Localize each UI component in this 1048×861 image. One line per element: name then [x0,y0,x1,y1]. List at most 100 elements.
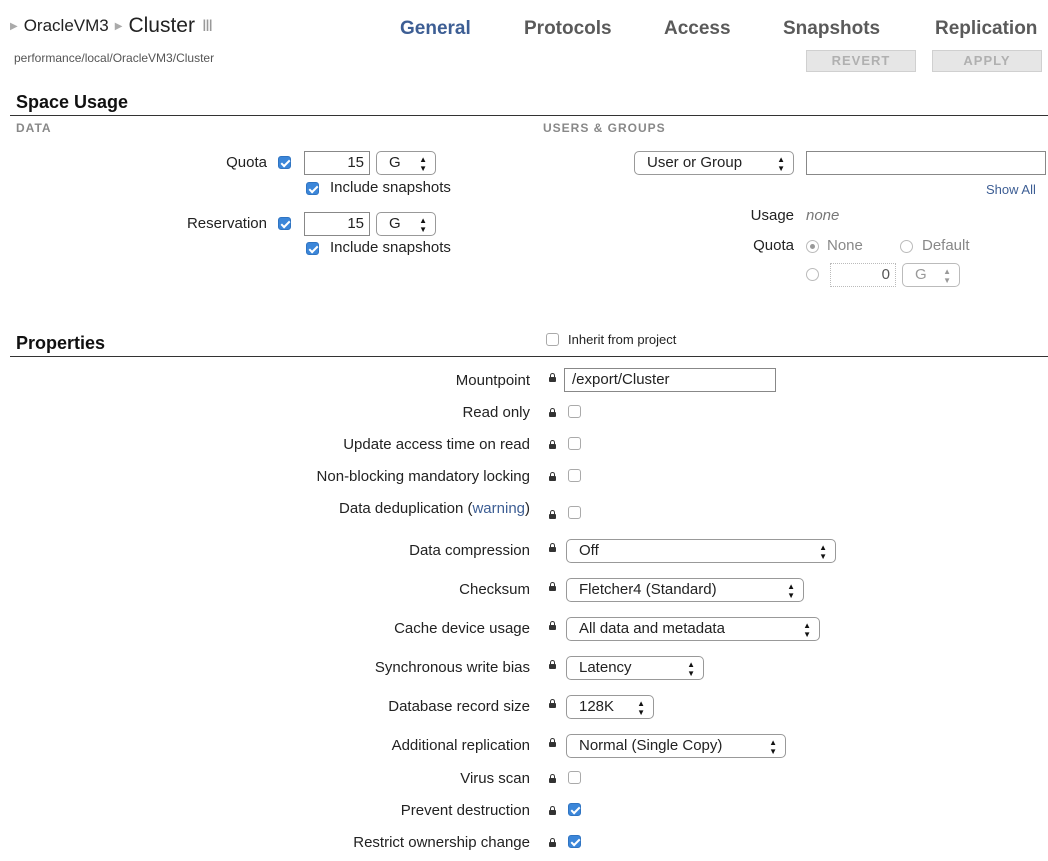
inherit-from-project-label: Inherit from project [568,332,677,347]
virus-scan-label: Virus scan [460,770,530,787]
ug-quota-input[interactable]: 0 [830,263,896,287]
quota-input[interactable]: 15 [304,151,370,175]
revert-button[interactable]: REVERT [806,50,916,72]
copies-label: Additional replication [391,737,530,754]
select-arrows-icon: ▲ ▼ [687,660,695,678]
ug-quota-default-radio[interactable] [900,240,913,253]
breadcrumb-arrow-icon: ▶ [114,20,123,32]
quota-label: Quota [226,154,267,171]
prevent-destruction-checkbox[interactable] [568,803,581,816]
show-all-link[interactable]: Show All [986,182,1036,197]
usage-value: none [806,207,840,224]
compression-value: Off [579,542,599,559]
breadcrumb-parent[interactable]: OracleVM3 [24,16,109,36]
inherit-from-project-checkbox[interactable] [546,333,559,346]
restrict-chown-label: Restrict ownership change [353,834,530,851]
syncbias-label: Synchronous write bias [374,659,530,676]
lock-icon[interactable] [549,408,556,417]
ug-quota-none-label: None [827,237,863,254]
compression-select[interactable]: Off ▲ ▼ [566,539,836,563]
virus-scan-checkbox[interactable] [568,771,581,784]
quota-unit-select[interactable]: G ▲ ▼ [376,151,436,175]
usage-label: Usage [750,207,794,224]
recordsize-label: Database record size [388,698,530,715]
lock-icon[interactable] [549,774,556,783]
tab-snapshots[interactable]: Snapshots [783,18,880,40]
lock-icon[interactable] [549,582,556,591]
checksum-select[interactable]: Fletcher4 (Standard) ▲ ▼ [566,578,804,602]
select-arrows-icon: ▲ ▼ [803,621,811,639]
read-only-checkbox[interactable] [568,405,581,418]
tab-access[interactable]: Access [664,18,731,40]
compression-label: Data compression [409,542,530,559]
checksum-value: Fletcher4 (Standard) [579,581,717,598]
reservation-include-snapshots-checkbox[interactable] [306,242,319,255]
reservation-unit-select[interactable]: G ▲ ▼ [376,212,436,236]
reservation-label: Reservation [186,215,267,232]
recordsize-select[interactable]: 128K ▲ ▼ [566,695,654,719]
lock-icon[interactable] [549,738,556,747]
recordsize-value: 128K [579,698,615,715]
lock-icon[interactable] [549,510,556,519]
nbmand-label: Non-blocking mandatory locking [316,468,530,485]
syncbias-select[interactable]: Latency ▲ ▼ [566,656,704,680]
cache-select[interactable]: All data and metadata ▲ ▼ [566,617,820,641]
update-atime-checkbox[interactable] [568,437,581,450]
dedup-warning-link[interactable]: warning [472,500,525,517]
data-subheading: DATA [16,121,52,135]
quota-checkbox[interactable] [278,156,291,169]
lock-icon[interactable] [549,373,556,382]
text-cursor-icon: Ⅲ [201,18,213,35]
quota-include-snapshots-checkbox[interactable] [306,182,319,195]
lock-icon[interactable] [549,806,556,815]
dedup-label-close: ) [525,500,530,517]
lock-icon[interactable] [549,838,556,847]
apply-button[interactable]: APPLY [932,50,1042,72]
update-atime-label: Update access time on read [343,436,530,453]
lock-icon[interactable] [549,440,556,449]
ug-quota-custom-radio[interactable] [806,268,819,281]
lock-icon[interactable] [549,621,556,630]
prevent-destruction-label: Prevent destruction [400,802,530,819]
restrict-chown-checkbox[interactable] [568,835,581,848]
dedup-label-text: Data deduplication ( [339,500,473,517]
quota-unit-value: G [389,154,401,171]
read-only-label: Read only [462,404,530,421]
ug-quota-unit-value: G [915,266,927,283]
select-arrows-icon: ▲ ▼ [777,155,785,173]
mountpoint-input[interactable]: /export/Cluster [564,368,776,392]
nbmand-checkbox[interactable] [568,469,581,482]
user-or-group-select[interactable]: User or Group ▲ ▼ [634,151,794,175]
tab-replication[interactable]: Replication [935,18,1037,40]
lock-icon[interactable] [549,543,556,552]
ug-quota-unit-select[interactable]: G ▲ ▼ [902,263,960,287]
select-arrows-icon: ▲ ▼ [637,699,645,717]
tab-general[interactable]: General [400,18,471,40]
lock-icon[interactable] [549,699,556,708]
reservation-input[interactable]: 15 [304,212,370,236]
select-arrows-icon: ▲ ▼ [419,155,427,173]
dedup-checkbox[interactable] [568,506,581,519]
copies-select[interactable]: Normal (Single Copy) ▲ ▼ [566,734,786,758]
mountpoint-label: Mountpoint [455,372,530,389]
select-arrows-icon: ▲ ▼ [769,738,777,756]
properties-title: Properties [16,333,106,353]
ug-quota-none-radio[interactable] [806,240,819,253]
select-arrows-icon: ▲ ▼ [787,582,795,600]
ug-quota-default-label: Default [922,237,970,254]
reservation-checkbox[interactable] [278,217,291,230]
user-group-name-input[interactable] [806,151,1046,175]
select-arrows-icon: ▲ ▼ [419,216,427,234]
cache-value: All data and metadata [579,620,725,637]
quota-include-snapshots-label: Include snapshots [330,179,451,196]
breadcrumb-current: Cluster [128,14,195,37]
breadcrumb: ▶ OracleVM3 ▶ Cluster Ⅲ [10,14,213,38]
copies-value: Normal (Single Copy) [579,737,723,754]
select-arrows-icon: ▲ ▼ [819,543,827,561]
lock-icon[interactable] [549,660,556,669]
dedup-label: Data deduplication (warning) [200,500,530,517]
tab-protocols[interactable]: Protocols [524,18,612,40]
reservation-unit-value: G [389,215,401,232]
lock-icon[interactable] [549,472,556,481]
checksum-label: Checksum [459,581,530,598]
